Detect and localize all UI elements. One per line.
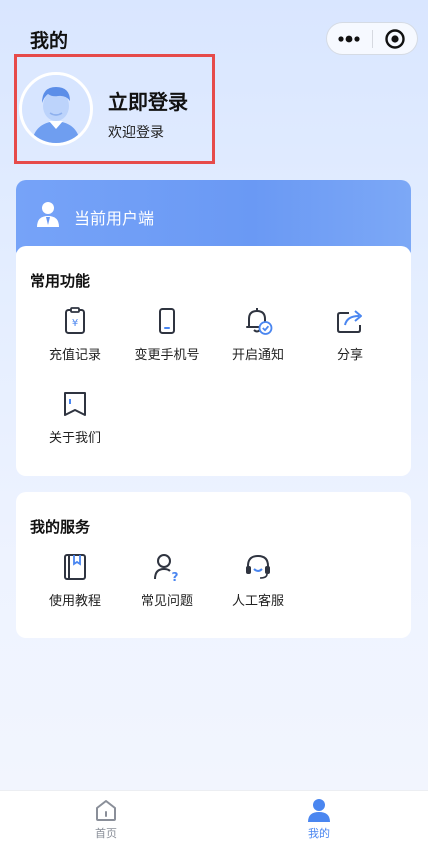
- target-circle-icon: [385, 28, 405, 49]
- close-mini-program-button[interactable]: [373, 23, 418, 54]
- tutorial-book-icon: [64, 554, 86, 580]
- svg-text:¥: ¥: [72, 318, 78, 329]
- faq-item[interactable]: ? 常见问题: [122, 552, 212, 609]
- tutorial-label: 使用教程: [48, 594, 101, 609]
- svg-text:?: ?: [172, 570, 179, 582]
- tutorial-item[interactable]: 使用教程: [30, 552, 120, 609]
- mini-program-capsule: [326, 22, 418, 55]
- page-title: 我的: [30, 30, 69, 52]
- user-question-icon: ?: [154, 554, 179, 582]
- common-functions-title: 常用功能: [30, 272, 91, 290]
- common-functions-card: 常用功能 ¥ 充值记录 变更手机号 开启通知 分享 关于我们: [16, 246, 411, 476]
- user-role-label: 当前用户端: [74, 209, 155, 228]
- person-icon: [308, 799, 330, 822]
- tab-home[interactable]: 首页: [66, 797, 146, 841]
- about-us-label: 关于我们: [48, 431, 101, 446]
- share-icon: [337, 310, 362, 333]
- user-avatar-icon: [22, 75, 90, 143]
- faq-label: 常见问题: [140, 594, 193, 609]
- login-subtitle: 欢迎登录: [108, 125, 164, 141]
- tab-mine-label: 我的: [308, 827, 330, 840]
- bottom-tab-bar: 首页 我的: [0, 790, 428, 865]
- tab-home-label: 首页: [95, 827, 117, 840]
- more-dots-icon: [338, 35, 360, 42]
- my-services-card: 我的服务 使用教程 ? 常见问题 人工客服: [16, 492, 411, 638]
- recharge-records-item[interactable]: ¥ 充值记录: [30, 306, 120, 363]
- headset-icon: [246, 554, 270, 579]
- more-button[interactable]: [327, 23, 372, 54]
- my-services-title: 我的服务: [30, 518, 91, 536]
- home-icon: [96, 800, 116, 821]
- change-phone-item[interactable]: 变更手机号: [122, 306, 212, 363]
- share-item[interactable]: 分享: [305, 306, 395, 363]
- login-title[interactable]: 立即登录: [108, 86, 188, 115]
- about-us-item[interactable]: 关于我们: [30, 389, 120, 446]
- phone-icon: [159, 308, 175, 334]
- recharge-records-label: 充值记录: [48, 348, 101, 363]
- bell-check-icon: [246, 308, 273, 335]
- share-label: 分享: [336, 348, 363, 363]
- avatar[interactable]: [19, 72, 93, 146]
- enable-notification-item[interactable]: 开启通知: [213, 306, 303, 363]
- yuan-clipboard-icon: ¥: [65, 307, 85, 334]
- customer-service-label: 人工客服: [231, 594, 284, 609]
- user-badge-icon: [37, 202, 59, 227]
- customer-service-item[interactable]: 人工客服: [213, 552, 303, 609]
- tab-mine[interactable]: 我的: [279, 797, 359, 841]
- bookmark-book-icon: [64, 392, 86, 416]
- enable-notification-label: 开启通知: [231, 348, 284, 363]
- change-phone-label: 变更手机号: [134, 348, 200, 363]
